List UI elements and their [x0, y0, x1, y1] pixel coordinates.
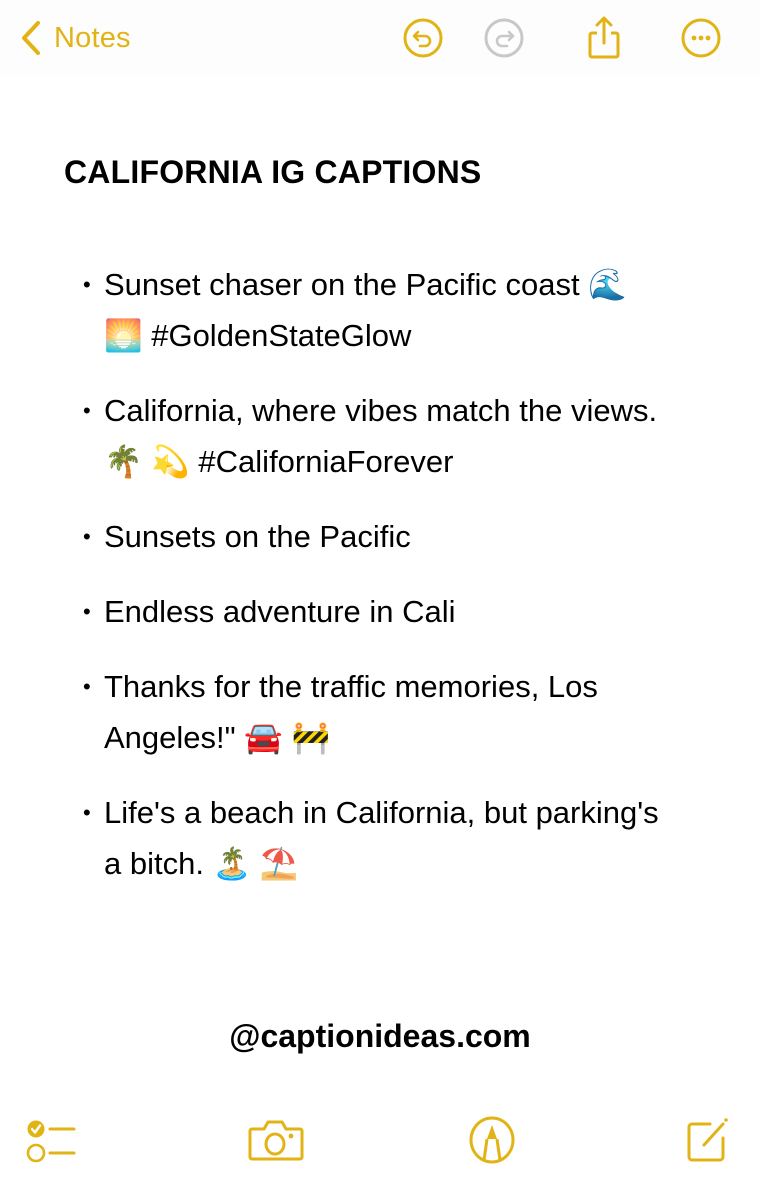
bullet: • [83, 524, 91, 549]
compose-button[interactable] [674, 1112, 738, 1172]
note-title: CALIFORNIA IG CAPTIONS [64, 154, 482, 190]
caption-item: • Endless adventure in Cali [83, 586, 694, 637]
undo-button[interactable] [401, 16, 445, 60]
checklist-icon [24, 1114, 84, 1171]
caption-text: California, where vibes match the views.… [104, 393, 658, 479]
bullet: • [83, 674, 91, 699]
caption-item: • Thanks for the traffic memories, Los A… [83, 661, 694, 763]
ellipsis-circle-icon [680, 17, 722, 59]
back-to-notes-button[interactable]: Notes [20, 18, 131, 58]
markup-pen-icon [466, 1114, 518, 1171]
markup-button[interactable] [460, 1112, 524, 1172]
footer-credit: @captionideas.com [229, 1018, 531, 1054]
share-icon [584, 15, 624, 61]
share-button[interactable] [582, 16, 626, 60]
caption-text: Thanks for the traffic memories, Los Ang… [104, 669, 598, 755]
compose-icon [680, 1114, 732, 1171]
caption-text: Sunset chaser on the Pacific coast 🌊 🌅 #… [104, 267, 627, 353]
caption-item: • Life's a beach in California, but park… [83, 787, 694, 889]
redo-circle-icon [483, 17, 525, 59]
more-options-button[interactable] [679, 16, 723, 60]
caption-text: Sunsets on the Pacific [104, 519, 411, 554]
caption-text: Endless adventure in Cali [104, 594, 456, 629]
redo-button[interactable] [482, 16, 526, 60]
bullet: • [83, 398, 91, 423]
chevron-left-icon [20, 20, 42, 56]
camera-button[interactable] [244, 1112, 308, 1172]
checklist-button[interactable] [22, 1112, 86, 1172]
back-label: Notes [54, 21, 131, 54]
caption-text: Life's a beach in California, but parkin… [104, 795, 659, 881]
camera-icon [246, 1117, 306, 1168]
bullet: • [83, 599, 91, 624]
caption-item: • Sunsets on the Pacific [83, 511, 694, 562]
undo-circle-icon [402, 17, 444, 59]
caption-list: • Sunset chaser on the Pacific coast 🌊 🌅… [83, 259, 694, 913]
bullet: • [83, 272, 91, 297]
top-toolbar: Notes [0, 0, 760, 76]
caption-item: • California, where vibes match the view… [83, 385, 694, 487]
bullet: • [83, 800, 91, 825]
caption-item: • Sunset chaser on the Pacific coast 🌊 🌅… [83, 259, 694, 361]
bottom-toolbar [0, 1100, 760, 1200]
